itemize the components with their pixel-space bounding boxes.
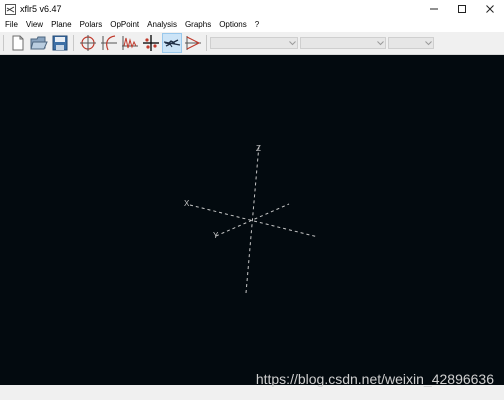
maximize-icon bbox=[458, 5, 466, 13]
close-button[interactable] bbox=[476, 0, 504, 18]
oppoint-selector-combo[interactable] bbox=[388, 37, 434, 49]
polar-view-button[interactable] bbox=[78, 33, 98, 53]
menu-bar: File View Plane Polars OpPoint Analysis … bbox=[0, 18, 504, 32]
save-button[interactable] bbox=[50, 33, 70, 53]
menu-help[interactable]: ? bbox=[251, 18, 263, 32]
app-window: xflr5 v6.47 File View Plane Polars OpPoi… bbox=[0, 0, 504, 400]
chevron-down-icon bbox=[375, 38, 385, 48]
minimize-icon bbox=[430, 8, 438, 10]
window-controls bbox=[420, 0, 504, 18]
cp-view-button[interactable] bbox=[183, 33, 203, 53]
stability-icon bbox=[143, 35, 159, 51]
toolbar-separator bbox=[206, 35, 207, 51]
status-bar bbox=[0, 385, 504, 400]
chevron-down-icon bbox=[287, 38, 297, 48]
z-axis bbox=[245, 144, 260, 294]
minimize-button[interactable] bbox=[420, 0, 448, 18]
x-axis bbox=[189, 204, 319, 238]
polar-graph-button[interactable] bbox=[99, 33, 119, 53]
watermark-text: https://blog.csdn.net/weixin_42896636 bbox=[255, 371, 494, 387]
menu-file[interactable]: File bbox=[0, 18, 22, 32]
menu-plane[interactable]: Plane bbox=[47, 18, 75, 32]
toolbar-grip bbox=[3, 35, 4, 51]
open-button[interactable] bbox=[29, 33, 49, 53]
new-document-button[interactable] bbox=[8, 33, 28, 53]
open-folder-icon bbox=[30, 36, 48, 50]
chevron-down-icon bbox=[423, 38, 433, 48]
menu-graphs[interactable]: Graphs bbox=[181, 18, 215, 32]
axes-gizmo: Z X Y bbox=[184, 144, 319, 294]
close-icon bbox=[486, 5, 494, 13]
polar-graph-icon bbox=[101, 35, 117, 51]
plane-3d-view-button[interactable] bbox=[162, 33, 182, 53]
xflr5-app-icon[interactable] bbox=[4, 3, 16, 15]
toolbar-separator bbox=[73, 35, 74, 51]
y-axis-label: Y bbox=[213, 231, 219, 240]
save-disk-icon bbox=[52, 35, 68, 51]
z-axis-label: Z bbox=[256, 144, 261, 153]
menu-oppoint[interactable]: OpPoint bbox=[106, 18, 143, 32]
maximize-button[interactable] bbox=[448, 0, 476, 18]
cp-graph-button[interactable] bbox=[120, 33, 140, 53]
window-title: xflr5 v6.47 bbox=[20, 4, 62, 14]
menu-options[interactable]: Options bbox=[215, 18, 251, 32]
polar-view-icon bbox=[80, 35, 96, 51]
toolbar bbox=[0, 32, 504, 55]
x-axis-label: X bbox=[184, 199, 190, 208]
new-document-icon bbox=[12, 35, 24, 51]
title-bar: xflr5 v6.47 bbox=[0, 0, 504, 18]
menu-view[interactable]: View bbox=[22, 18, 47, 32]
cp-view-icon bbox=[185, 36, 201, 50]
stability-button[interactable] bbox=[141, 33, 161, 53]
cp-graph-icon bbox=[122, 36, 138, 50]
plane-3d-view-icon bbox=[163, 39, 181, 48]
menu-analysis[interactable]: Analysis bbox=[143, 18, 181, 32]
3d-view[interactable]: Z X Y bbox=[0, 55, 504, 385]
menu-polars[interactable]: Polars bbox=[76, 18, 107, 32]
polar-selector-combo[interactable] bbox=[300, 37, 386, 49]
object-selector-combo[interactable] bbox=[210, 37, 298, 49]
